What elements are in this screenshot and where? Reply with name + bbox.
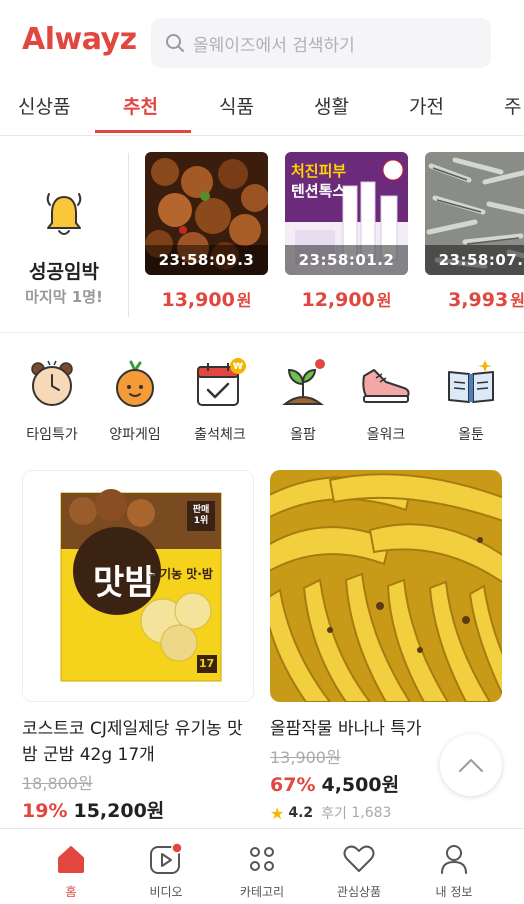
deal-banner-line1: 처진피부 [291, 162, 347, 180]
review-label: 후기 [321, 806, 347, 822]
product-card[interactable]: 맛밤 유기농 맛·밤 판매 1위 17 코스트코 CJ제일제당 유기농 맛밤 군… [22, 470, 254, 823]
quick-menu-onion-game[interactable]: 양파게임 [95, 346, 175, 444]
nav-category[interactable]: 카테고리 [222, 843, 302, 900]
nav-my-info[interactable]: 내 정보 [414, 843, 494, 900]
bell-icon [46, 193, 82, 235]
rating-score: 4.2 [288, 805, 314, 821]
deal-image: 처진피부 텐션톡스 23:58:01.2 [285, 152, 408, 275]
video-play-icon [150, 843, 183, 874]
product-price: 19% 15,200원 [22, 796, 254, 823]
pack-count-text: 17 [199, 657, 215, 670]
heart-icon [343, 845, 375, 872]
product-sale-price: 15,200원 [73, 800, 165, 822]
product-image: 맛밤 유기농 맛·밤 판매 1위 17 [22, 470, 254, 702]
quick-menu-label: 출석체크 [194, 427, 246, 443]
nav-wishlist[interactable]: 관심상품 [319, 843, 399, 900]
deal-carousel[interactable]: 성공임박 마지막 1명! 23:58:09.3 13,900 원 처진피부 텐션… [0, 137, 524, 333]
quick-menu-label: 타임특가 [26, 427, 78, 443]
quick-menu-allwalk[interactable]: 올워크 [346, 346, 426, 444]
book-icon [448, 360, 494, 403]
nav-label: 비디오 [149, 885, 183, 899]
sprout-icon [282, 359, 325, 405]
onion-icon [116, 360, 154, 407]
sneaker-icon [362, 369, 410, 403]
nav-label: 카테고리 [239, 885, 285, 899]
chevron-up-icon [459, 759, 483, 772]
quick-menu: 타임특가 양파게임 ₩ 출석체크 올팜 올워크 올툰 [0, 346, 524, 456]
product-original-price: 18,800원 [22, 774, 93, 793]
user-icon [441, 845, 467, 874]
quick-menu-attendance[interactable]: ₩ 출석체크 [180, 346, 260, 444]
app-logo[interactable]: Alwayz [22, 22, 137, 57]
tab-recommended[interactable]: 추천 [123, 92, 158, 119]
deal-intro-subtitle: 마지막 1명! [25, 288, 103, 306]
deal-card[interactable]: 처진피부 텐션톡스 23:58:01.2 12,900 원 [285, 152, 408, 311]
category-tabs: 신상품 추천 식품 생활 가전 주 [0, 84, 524, 136]
product-rating: ★ 4.2 후기 1,683 [270, 803, 502, 823]
alarm-clock-icon [31, 360, 73, 406]
deal-image: 23:58:09.3 [145, 152, 268, 275]
deal-banner-line2: 텐션톡스 [291, 182, 347, 200]
app-header: Alwayz 올웨이즈에서 검색하기 [0, 0, 524, 84]
product-discount: 67% [270, 774, 316, 796]
deal-price: 12,900 원 [285, 287, 408, 311]
deal-timer: 23:58:01.2 [285, 245, 408, 275]
deal-price: 13,900 원 [145, 287, 268, 311]
deal-intro: 성공임박 마지막 1명! [0, 137, 128, 332]
quick-menu-label: 양파게임 [109, 427, 161, 443]
nav-label: 관심상품 [336, 885, 382, 899]
product-sale-price: 4,500원 [321, 774, 400, 796]
deal-timer: 23:58:09.3 [145, 245, 268, 275]
quick-menu-label: 올툰 [458, 427, 484, 443]
deal-price-unit: 원 [510, 291, 524, 310]
deal-card[interactable]: 23:58:07.8 3,993원 [425, 152, 524, 311]
deal-image: 23:58:07.8 [425, 152, 524, 275]
product-name: 코스트코 CJ제일제당 유기농 맛밤 군밤 42g 17개 [22, 719, 243, 765]
svg-text:₩: ₩ [233, 362, 243, 372]
quick-menu-allfarm[interactable]: 올팜 [263, 346, 343, 444]
star-icon: ★ [270, 803, 285, 823]
category-grid-icon [250, 847, 274, 871]
tab-appliances[interactable]: 가전 [409, 92, 444, 119]
deal-divider [128, 153, 129, 317]
home-icon [58, 846, 84, 873]
tab-more[interactable]: 주 [504, 92, 521, 119]
deal-timer: 23:58:07.8 [425, 245, 524, 275]
deal-price-unit: 원 [376, 291, 392, 310]
search-icon [166, 34, 184, 52]
deal-price-value: 13,900 [161, 289, 235, 311]
scroll-to-top-button[interactable] [440, 734, 502, 796]
quick-menu-label: 올팜 [290, 427, 316, 443]
product-discount: 19% [22, 800, 68, 822]
pack-badge-text: 판매 1위 [192, 505, 210, 526]
tab-food[interactable]: 식품 [219, 92, 254, 119]
deal-price: 3,993 원 [425, 287, 524, 311]
nav-label: 내 정보 [435, 885, 473, 899]
deal-price-value: 12,900 [301, 289, 375, 311]
tab-living[interactable]: 생활 [314, 92, 349, 119]
nav-video[interactable]: 비디오 [126, 843, 206, 900]
quick-menu-alltoon[interactable]: 올툰 [431, 346, 511, 444]
search-placeholder: 올웨이즈에서 검색하기 [193, 35, 355, 56]
deal-intro-title: 성공임박 [29, 261, 99, 283]
nav-home[interactable]: 홈 [31, 843, 111, 900]
deal-card[interactable]: 23:58:09.3 13,900 원 [145, 152, 268, 311]
deal-price-value: 3,993 [448, 289, 509, 311]
calendar-check-icon: ₩ [197, 358, 246, 406]
nav-label: 홈 [65, 885, 77, 899]
active-tab-indicator [95, 130, 191, 133]
bottom-navigation: 홈 비디오 카테고리 관심상품 내 정보 [0, 828, 524, 904]
quick-menu-time-deal[interactable]: 타임특가 [12, 346, 92, 444]
product-image [270, 470, 502, 702]
pack-brand-text: 맛밤 [93, 563, 156, 603]
review-count: 1,683 [351, 805, 392, 821]
pack-subtitle-text: 유기농 맛·밤 [149, 567, 213, 581]
search-bar[interactable]: 올웨이즈에서 검색하기 [151, 18, 491, 68]
quick-menu-label: 올워크 [366, 427, 406, 443]
tab-new[interactable]: 신상품 [18, 92, 70, 119]
deal-price-unit: 원 [236, 291, 252, 310]
